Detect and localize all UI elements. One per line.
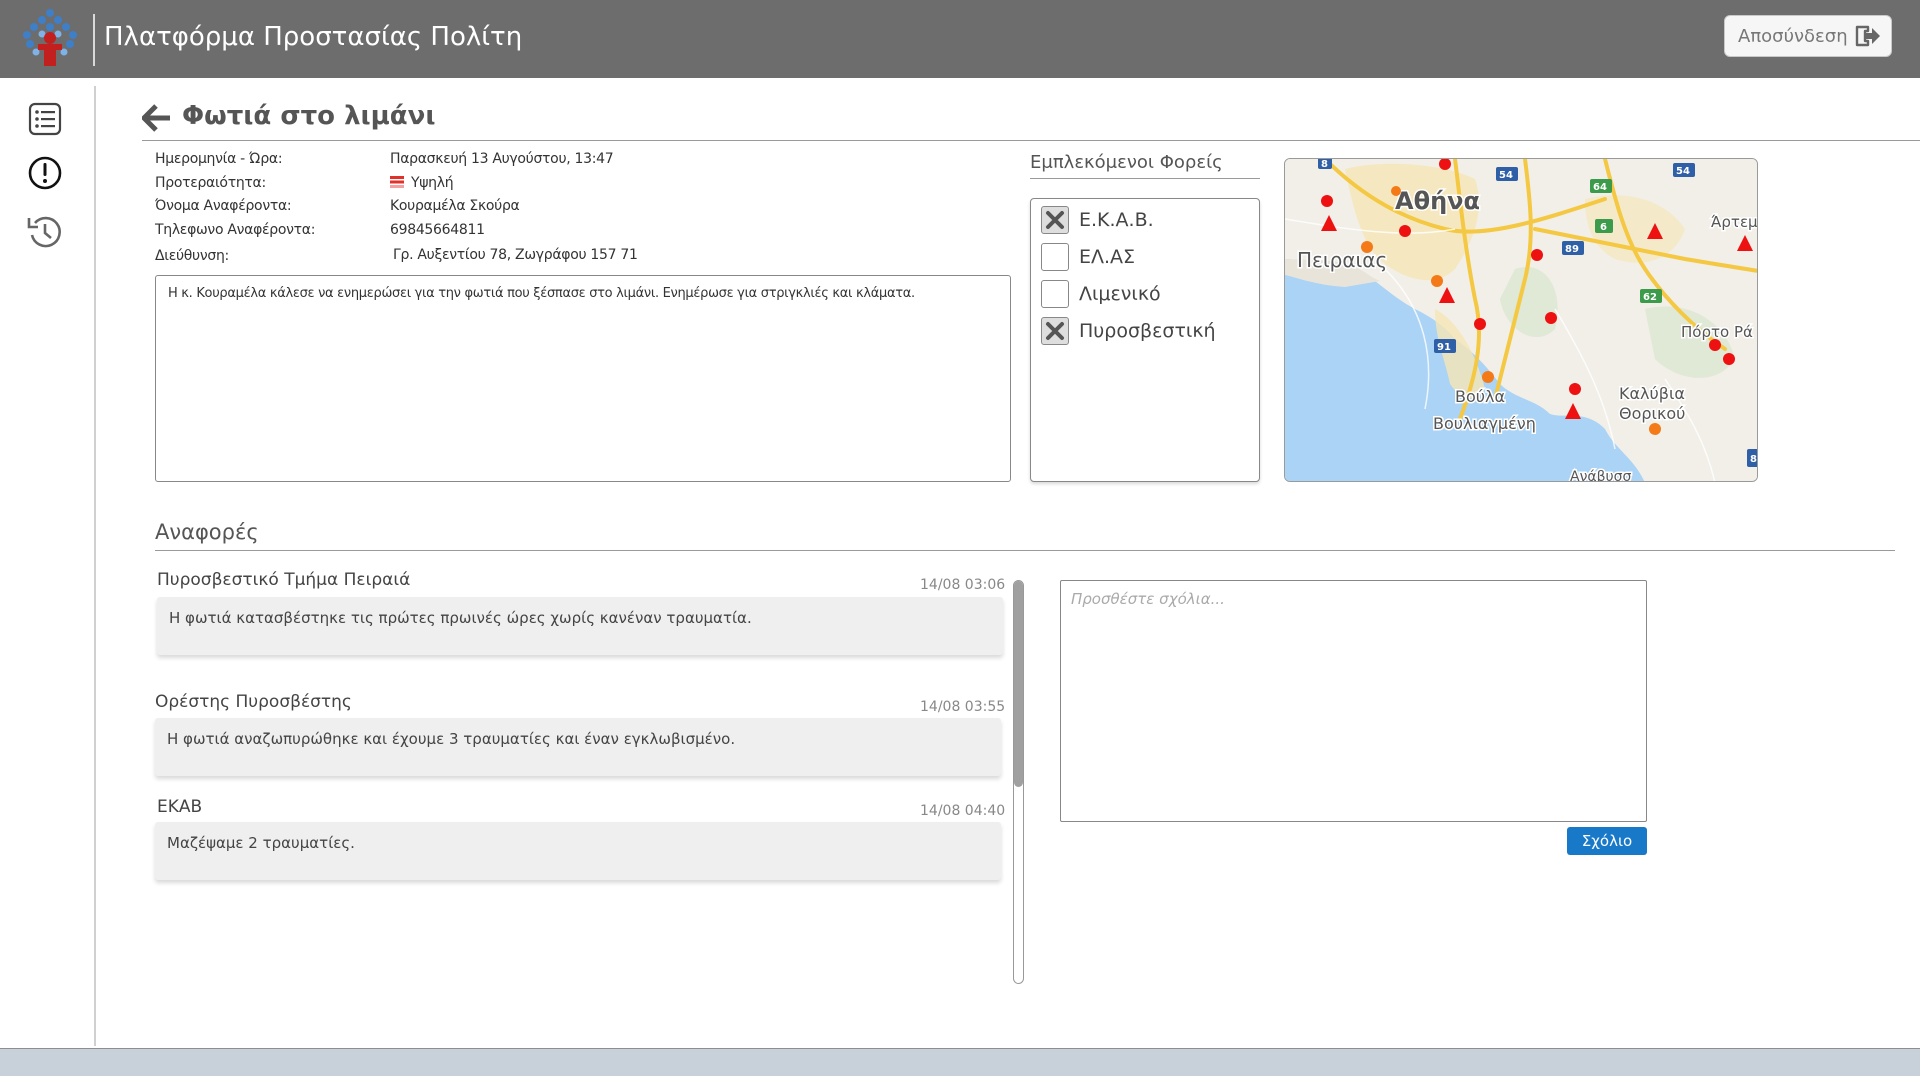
logo-divider <box>93 14 95 66</box>
map-label-piraeus: Πειραιας <box>1297 248 1387 272</box>
map-canvas[interactable]: 8 54 54 64 6 89 62 91 8 Αθήνα Πειραιας Β… <box>1285 159 1758 482</box>
report-text: Η φωτιά κατασβέστηκε τις πρώτες πρωινές … <box>169 609 752 627</box>
incident-description[interactable]: Η κ. Κουραμέλα κάλεσε να ενημερώσει για … <box>155 275 1011 482</box>
map-label-anavyssos: Ανάβυσσ <box>1570 469 1632 482</box>
report-time: 14/08 03:55 <box>920 699 1006 715</box>
agency-ekav[interactable]: Ε.Κ.Α.Β. <box>1041 205 1154 235</box>
comment-button[interactable]: Σχόλιο <box>1567 827 1647 855</box>
agency-checkbox-ekav[interactable] <box>1041 206 1069 234</box>
road-shield: 8 <box>1750 454 1757 465</box>
agency-label-elas: ΕΛ.ΑΣ <box>1079 246 1136 268</box>
datetime-value: Παρασκευή 13 Αυγούστου, 13:47 <box>390 151 614 167</box>
logout-button[interactable]: Αποσύνδεση <box>1724 15 1892 57</box>
priority-value: Υψηλή <box>411 175 454 191</box>
report-author: Ορέστης Πυροσβέστης <box>155 692 352 712</box>
priority-flag-icon <box>390 176 404 188</box>
logout-icon <box>1855 25 1880 47</box>
map-marker[interactable] <box>1569 383 1581 395</box>
map-marker[interactable] <box>1649 423 1661 435</box>
report-author: ΕΚΑΒ <box>157 797 203 817</box>
road-shield: 54 <box>1499 170 1513 181</box>
logout-label: Αποσύνδεση <box>1738 25 1848 47</box>
map-marker[interactable] <box>1361 241 1373 253</box>
map-label-thorikou: Θορικού <box>1619 404 1685 423</box>
comment-input[interactable] <box>1060 580 1647 822</box>
road-shield: 8 <box>1321 159 1328 170</box>
road-shield: 64 <box>1593 182 1607 193</box>
agency-limeniko[interactable]: Λιμενικό <box>1041 279 1161 309</box>
road-shield: 62 <box>1643 292 1657 303</box>
map-marker[interactable] <box>1482 371 1494 383</box>
map-marker[interactable] <box>1399 225 1411 237</box>
history-icon[interactable] <box>26 213 64 251</box>
agencies-divider <box>1030 178 1260 179</box>
reporter-phone-label: Τηλεφωνο Αναφέροντα: <box>155 222 316 238</box>
bottom-bar <box>0 1048 1920 1076</box>
map-marker[interactable] <box>1531 249 1543 261</box>
road-shield: 6 <box>1600 222 1607 233</box>
map-marker[interactable] <box>1321 195 1333 207</box>
agencies-list: Ε.Κ.Α.Β. ΕΛ.ΑΣ Λιμενικό Πυροσβεστική <box>1030 198 1260 482</box>
map-label-voula: Βούλα <box>1455 387 1505 406</box>
map-label-athens: Αθήνα <box>1395 187 1480 215</box>
map-label-vouliagmeni: Βουλιαγμένη <box>1433 414 1536 433</box>
reporter-phone-value: 69845664811 <box>390 222 485 238</box>
checkbox-x-icon <box>1046 211 1064 229</box>
road-shield: 54 <box>1676 166 1690 177</box>
map-marker[interactable] <box>1723 353 1735 365</box>
map-label-kalyvia: Καλύβια <box>1619 384 1685 403</box>
reporter-name-value: Κουραμέλα Σκούρα <box>390 198 520 214</box>
agency-pyrosvestiki[interactable]: Πυροσβεστική <box>1041 316 1216 346</box>
page-title: Φωτιά στο λιμάνι <box>182 101 436 131</box>
checkbox-x-icon <box>1046 322 1064 340</box>
report-card: Μαζέψαμε 2 τραυματίες. <box>155 822 1001 880</box>
title-divider <box>142 140 1920 141</box>
road-shield: 89 <box>1565 244 1579 255</box>
agency-checkbox-pyrosvestiki[interactable] <box>1041 317 1069 345</box>
agency-checkbox-elas[interactable] <box>1041 243 1069 271</box>
datetime-label: Ημερομηνία - Ώρα: <box>155 151 283 167</box>
map-marker[interactable] <box>1391 186 1401 196</box>
priority-label: Προτεραιότητα: <box>155 175 266 191</box>
address-value: Γρ. Αυξεντίου 78, Ζωγράφου 157 71 <box>393 247 638 263</box>
report-time: 14/08 04:40 <box>920 803 1006 819</box>
map-marker[interactable] <box>1545 312 1557 324</box>
report-author: Πυροσβεστικό Τμήμα Πειραιά <box>157 570 411 590</box>
report-card: Η φωτιά αναζωπυρώθηκε και έχουμε 3 τραυμ… <box>155 718 1001 776</box>
list-icon[interactable] <box>26 100 64 138</box>
reports-divider <box>155 550 1895 551</box>
agency-label-pyrosvestiki: Πυροσβεστική <box>1079 320 1216 342</box>
app-title: Πλατφόρμα Προστασίας Πολίτη <box>104 22 523 52</box>
back-arrow-icon[interactable] <box>142 104 172 132</box>
address-label: Διεύθυνση: <box>155 248 229 264</box>
alert-circle-icon[interactable] <box>26 154 64 192</box>
map-label-porto-rafti: Πόρτο Ρά <box>1681 323 1753 341</box>
map-label-artemida: Άρτεμ <box>1711 213 1758 231</box>
top-bar: Πλατφόρμα Προστασίας Πολίτη Αποσύνδεση <box>0 0 1920 78</box>
report-card: Η φωτιά κατασβέστηκε τις πρώτες πρωινές … <box>157 597 1003 655</box>
report-text: Η φωτιά αναζωπυρώθηκε και έχουμε 3 τραυμ… <box>167 730 736 748</box>
agency-elas[interactable]: ΕΛ.ΑΣ <box>1041 242 1135 272</box>
map-marker[interactable] <box>1709 339 1721 351</box>
reporter-name-label: Όνομα Αναφέροντα: <box>155 198 292 214</box>
agency-label-ekav: Ε.Κ.Α.Β. <box>1079 209 1154 231</box>
logo <box>23 9 77 66</box>
reports-scrollbar-thumb[interactable] <box>1014 581 1023 787</box>
sidebar-divider <box>94 86 96 1046</box>
agency-checkbox-limeniko[interactable] <box>1041 280 1069 308</box>
agency-label-limeniko: Λιμενικό <box>1079 283 1161 305</box>
report-time: 14/08 03:06 <box>920 577 1006 593</box>
road-shield: 91 <box>1437 342 1451 353</box>
agencies-title: Εμπλεκόμενοι Φορείς <box>1030 152 1223 173</box>
report-text: Μαζέψαμε 2 τραυματίες. <box>167 834 355 852</box>
map-marker[interactable] <box>1431 275 1443 287</box>
reports-title: Αναφορές <box>155 520 259 544</box>
incident-map[interactable]: 8 54 54 64 6 89 62 91 8 Αθήνα Πειραιας Β… <box>1284 158 1758 482</box>
map-marker[interactable] <box>1474 318 1486 330</box>
